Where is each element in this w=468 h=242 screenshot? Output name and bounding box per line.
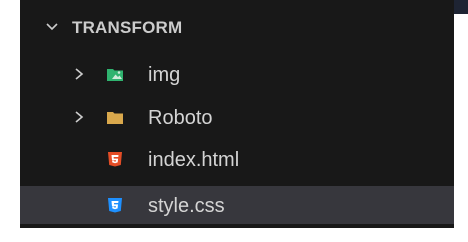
image-folder-icon <box>107 69 123 81</box>
tree-item-label: index.html <box>148 149 240 171</box>
chevron-down-icon <box>46 23 58 31</box>
tree-item-label: style.css <box>148 195 225 217</box>
tree-item-label: Roboto <box>148 107 213 129</box>
section-title: TRANSFORM <box>72 18 183 37</box>
html5-icon <box>108 152 122 167</box>
tree-item-index-html[interactable]: index.html <box>20 140 454 178</box>
file-explorer-panel: TRANSFORM img Roboto index.html style.cs… <box>20 0 454 228</box>
css3-icon <box>108 198 122 213</box>
chevron-right-icon <box>75 68 84 80</box>
tree-item-style-css[interactable]: style.css <box>20 186 454 224</box>
section-header-transform[interactable]: TRANSFORM <box>20 10 454 44</box>
folder-icon <box>107 112 123 124</box>
tree-item-roboto[interactable]: Roboto <box>20 98 454 136</box>
chevron-right-icon <box>75 111 84 123</box>
tree-item-img[interactable]: img <box>20 55 454 93</box>
tree-item-label: img <box>148 64 181 86</box>
